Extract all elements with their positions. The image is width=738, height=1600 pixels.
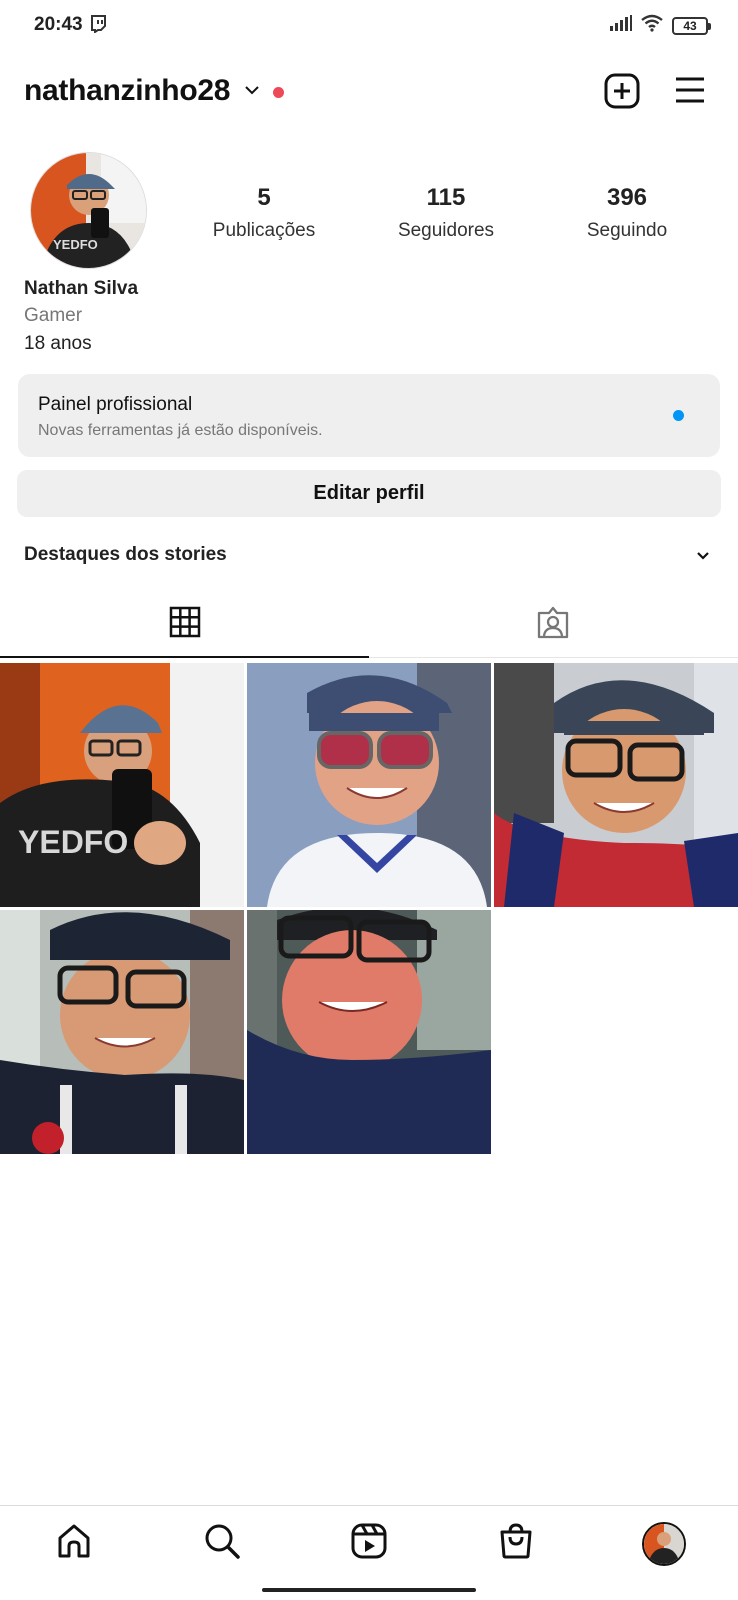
- wifi-icon: [640, 14, 664, 37]
- stat-followers-value: 115: [426, 184, 466, 211]
- signal-icon: [610, 15, 632, 36]
- status-bar: 20:43 43: [0, 0, 738, 50]
- status-icons: 43: [610, 14, 711, 37]
- stat-posts-value: 5: [257, 184, 271, 211]
- profile-header: nathanzinho28: [0, 68, 738, 118]
- post-thumbnail[interactable]: [247, 663, 491, 907]
- svg-text:YEDFO: YEDFO: [53, 237, 98, 252]
- battery-icon: 43: [672, 16, 711, 35]
- profile-bio: 18 anos: [24, 333, 92, 354]
- username-title[interactable]: nathanzinho28: [24, 74, 230, 108]
- profile-name: Nathan Silva: [24, 278, 139, 299]
- notification-dot: [273, 87, 284, 98]
- home-icon[interactable]: [55, 1522, 93, 1565]
- panel-new-dot: [673, 410, 684, 421]
- tagged-icon: [537, 606, 569, 639]
- status-time: 20:43: [34, 14, 83, 35]
- profile-category: Gamer: [24, 305, 83, 326]
- stat-following-value: 396: [606, 184, 648, 211]
- story-highlights-title[interactable]: Destaques dos stories: [24, 544, 227, 566]
- panel-subtitle: Novas ferramentas já estão disponíveis.: [38, 422, 323, 439]
- stat-followers-label: Seguidores: [397, 220, 495, 241]
- tab-posts-grid[interactable]: [0, 592, 369, 658]
- stat-posts[interactable]: 5 Publicações: [184, 184, 344, 242]
- menu-icon[interactable]: [674, 76, 706, 109]
- chevron-down-icon[interactable]: [696, 548, 710, 566]
- edit-profile-button[interactable]: Editar perfil: [17, 470, 721, 517]
- tab-tagged[interactable]: [369, 592, 738, 658]
- stat-following[interactable]: 396 Seguindo: [547, 184, 707, 242]
- search-icon[interactable]: [203, 1522, 241, 1565]
- post-thumbnail[interactable]: [0, 910, 244, 1154]
- stat-following-label: Seguindo: [586, 220, 668, 241]
- post-thumbnail[interactable]: [247, 910, 491, 1154]
- reels-icon[interactable]: [350, 1522, 388, 1565]
- add-post-icon[interactable]: [604, 73, 640, 114]
- profile-avatar[interactable]: [642, 1522, 686, 1566]
- svg-text:YEDFO: YEDFO: [18, 824, 128, 860]
- stat-followers[interactable]: 115 Seguidores: [366, 184, 526, 242]
- home-indicator: [262, 1588, 476, 1592]
- grid-icon: [169, 606, 201, 638]
- shop-icon[interactable]: [497, 1522, 535, 1565]
- post-thumbnail[interactable]: YEDFO: [0, 663, 244, 907]
- twitch-icon: [90, 15, 106, 38]
- professional-dashboard[interactable]: Painel profissional Novas ferramentas já…: [18, 374, 720, 457]
- bottom-nav: [0, 1505, 738, 1600]
- stat-posts-label: Publicações: [212, 220, 316, 241]
- chevron-down-icon[interactable]: [244, 83, 260, 101]
- profile-avatar[interactable]: YEDFO: [30, 152, 147, 269]
- panel-title: Painel profissional: [38, 394, 193, 415]
- post-thumbnail[interactable]: [494, 663, 738, 907]
